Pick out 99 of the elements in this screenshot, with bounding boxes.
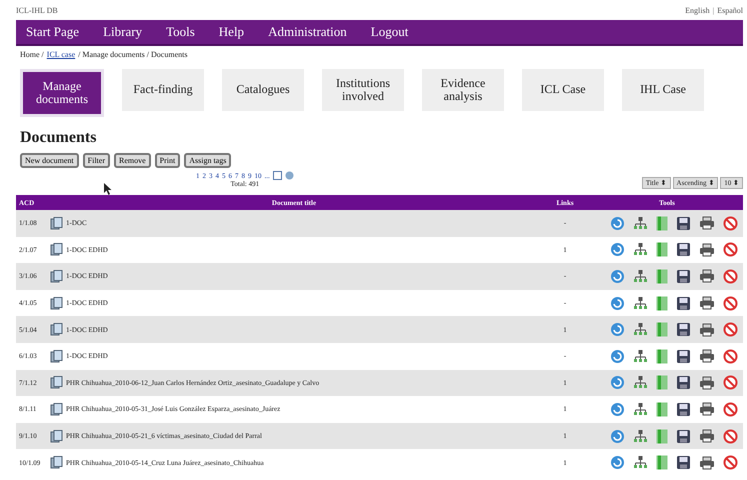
delete-icon[interactable] — [723, 242, 738, 258]
print-icon[interactable] — [699, 402, 715, 416]
site-label: ICL-IHL DB — [16, 6, 58, 14]
delete-icon[interactable] — [723, 348, 738, 364]
refresh-icon[interactable] — [610, 268, 625, 284]
nav-link[interactable]: Help — [218, 24, 244, 40]
print-icon[interactable] — [699, 269, 715, 284]
document-icon — [50, 243, 63, 256]
tab[interactable]: Fact-finding — [122, 69, 204, 111]
tab[interactable]: Institutions involved — [322, 69, 404, 111]
refresh-icon[interactable] — [610, 242, 625, 258]
hierarchy-icon[interactable] — [633, 455, 648, 470]
print-icon[interactable] — [699, 429, 715, 444]
print-icon[interactable] — [699, 296, 715, 310]
save-icon[interactable] — [676, 455, 691, 470]
action-button[interactable]: Filter — [82, 153, 110, 168]
book-icon[interactable] — [656, 402, 668, 417]
book-icon[interactable] — [656, 268, 668, 284]
book-icon[interactable] — [656, 296, 668, 311]
delete-icon[interactable] — [723, 216, 738, 231]
nav-link[interactable]: Library — [103, 24, 142, 40]
save-icon[interactable] — [676, 216, 691, 231]
hierarchy-icon[interactable] — [633, 402, 648, 417]
page-heading: Documents — [20, 129, 98, 147]
refresh-icon[interactable] — [610, 216, 625, 231]
book-icon[interactable] — [656, 216, 668, 231]
refresh-icon[interactable] — [610, 296, 625, 311]
delete-icon[interactable] — [723, 268, 738, 284]
breadcrumb-link[interactable]: ICL case — [46, 50, 76, 59]
print-icon[interactable] — [699, 322, 715, 337]
hierarchy-icon[interactable] — [633, 216, 648, 231]
action-button[interactable]: Assign tags — [184, 153, 232, 168]
refresh-icon[interactable] — [610, 322, 625, 338]
save-icon[interactable] — [676, 428, 691, 444]
save-icon[interactable] — [676, 242, 691, 258]
save-icon[interactable] — [676, 348, 691, 364]
hierarchy-icon[interactable] — [633, 242, 648, 258]
book-icon[interactable] — [656, 242, 668, 258]
delete-icon[interactable] — [723, 296, 738, 311]
print-icon[interactable] — [699, 242, 715, 257]
delete-icon[interactable] — [723, 402, 738, 417]
nav-link[interactable]: Start Page — [26, 24, 80, 40]
document-icon — [50, 430, 63, 443]
tab[interactable]: Manage documents — [20, 69, 104, 117]
document-icon — [50, 216, 63, 230]
hierarchy-icon[interactable] — [633, 348, 648, 364]
document-icon — [50, 376, 63, 390]
refresh-icon[interactable] — [610, 428, 625, 444]
hierarchy-icon[interactable] — [633, 428, 648, 444]
tab[interactable]: IHL Case — [622, 69, 704, 111]
document-icon — [50, 296, 63, 310]
last-page-icon[interactable] — [284, 171, 294, 180]
book-icon[interactable] — [656, 348, 668, 364]
document-icon — [50, 402, 63, 416]
delete-icon[interactable] — [723, 455, 738, 470]
tab[interactable]: ICL Case — [522, 69, 604, 111]
action-button[interactable]: New document — [20, 153, 79, 168]
tab[interactable]: Catalogues — [222, 69, 304, 111]
language-link[interactable]: Español — [717, 6, 743, 14]
refresh-icon[interactable] — [610, 455, 625, 470]
language-link[interactable]: English — [685, 6, 710, 14]
refresh-icon[interactable] — [610, 402, 625, 417]
print-icon[interactable] — [699, 349, 715, 364]
document-icon — [50, 270, 63, 283]
separator: | — [712, 6, 714, 14]
document-icon — [50, 456, 63, 470]
hierarchy-icon[interactable] — [633, 375, 648, 390]
refresh-icon[interactable] — [610, 375, 625, 390]
action-button[interactable]: Remove — [114, 153, 151, 168]
delete-icon[interactable] — [723, 375, 738, 390]
hierarchy-icon[interactable] — [633, 296, 648, 311]
hierarchy-icon[interactable] — [633, 268, 648, 284]
document-icon — [50, 350, 63, 363]
save-icon[interactable] — [676, 375, 691, 390]
breadcrumb-text: / Manage documents / Documents — [78, 50, 188, 59]
refresh-icon[interactable] — [610, 348, 625, 364]
book-icon[interactable] — [656, 455, 668, 470]
print-icon[interactable] — [699, 376, 715, 390]
delete-icon[interactable] — [723, 428, 738, 444]
save-icon[interactable] — [676, 402, 691, 417]
cursor-icon — [104, 183, 112, 195]
save-icon[interactable] — [676, 322, 691, 338]
print-icon[interactable] — [699, 456, 715, 470]
breadcrumb-text: Home / — [20, 50, 44, 59]
book-icon[interactable] — [656, 322, 668, 338]
save-icon[interactable] — [676, 268, 691, 284]
nav-link[interactable]: Logout — [370, 24, 408, 40]
document-icon — [50, 323, 63, 336]
delete-icon[interactable] — [723, 322, 738, 338]
hierarchy-icon[interactable] — [633, 322, 648, 338]
nav-link[interactable]: Administration — [268, 24, 347, 40]
print-icon[interactable] — [699, 216, 715, 230]
next-page-icon[interactable] — [272, 171, 282, 180]
tab[interactable]: Evidence analysis — [422, 69, 504, 111]
book-icon[interactable] — [656, 375, 668, 390]
book-icon[interactable] — [656, 428, 668, 444]
nav-link[interactable]: Tools — [166, 24, 195, 40]
action-button[interactable]: Print — [154, 153, 180, 168]
save-icon[interactable] — [676, 296, 691, 311]
